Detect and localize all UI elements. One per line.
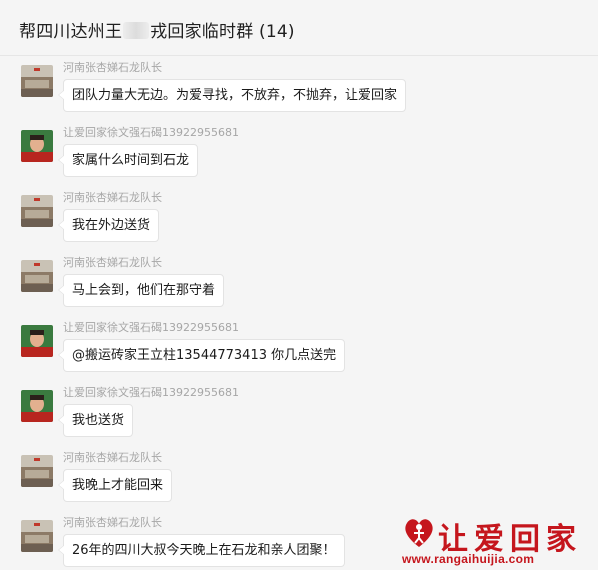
sender-name: 让爱回家徐文强石碣13922955681 — [63, 386, 239, 399]
building-avatar-icon — [21, 195, 53, 227]
message-bubble[interactable]: 马上会到，他们在那守着 — [57, 274, 225, 307]
message-item: 河南张杏娣石龙队长 我在外边送货 — [0, 187, 598, 251]
message-item: 河南张杏娣石龙队长 团队力量大无边。为爱寻找，不放弃，不抛弃，让爱回家 — [0, 57, 598, 121]
message-bubble[interactable]: 家属什么时间到石龙 — [57, 144, 199, 177]
heart-logo-icon — [405, 519, 433, 547]
message-item: 河南张杏娣石龙队长 马上会到，他们在那守着 — [0, 252, 598, 316]
watermark-url: www.rangaihuijia.com — [402, 552, 535, 566]
sender-avatar[interactable] — [21, 130, 53, 162]
chat-title: 帮四川达州王 戎回家临时群 (14) — [19, 17, 295, 42]
sender-avatar[interactable] — [21, 325, 53, 357]
message-list[interactable]: 河南张杏娣石龙队长 团队力量大无边。为爱寻找，不放弃，不抛弃，让爱回家 让爱回家… — [0, 57, 598, 570]
message-bubble[interactable]: 团队力量大无边。为爱寻找，不放弃，不抛弃，让爱回家 — [57, 79, 407, 112]
sender-name: 让爱回家徐文强石碣13922955681 — [63, 321, 239, 334]
chat-title-suffix: 戎回家临时群 (14) — [150, 22, 295, 42]
message-item: 河南张杏娣石龙队长 我晚上才能回来 — [0, 447, 598, 511]
message-bubble[interactable]: 我在外边送货 — [57, 209, 160, 242]
sender-name: 河南张杏娣石龙队长 — [63, 451, 162, 464]
building-avatar-icon — [21, 455, 53, 487]
message-bubble[interactable]: @搬运砖家王立柱13544773413 你几点送完 — [57, 339, 346, 372]
building-avatar-icon — [21, 520, 53, 552]
sender-name: 河南张杏娣石龙队长 — [63, 256, 162, 269]
person-avatar-icon — [21, 390, 53, 422]
chat-title-prefix: 帮四川达州王 — [19, 22, 123, 42]
sender-name: 河南张杏娣石龙队长 — [63, 61, 162, 74]
building-avatar-icon — [21, 65, 53, 97]
message-bubble[interactable]: 我也送货 — [57, 404, 134, 437]
sender-avatar[interactable] — [21, 260, 53, 292]
person-avatar-icon — [21, 325, 53, 357]
building-avatar-icon — [21, 260, 53, 292]
chat-header: 帮四川达州王 戎回家临时群 (14) — [0, 0, 598, 56]
sender-name: 河南张杏娣石龙队长 — [63, 191, 162, 204]
message-item: 让爱回家徐文强石碣13922955681 我也送货 — [0, 382, 598, 446]
sender-avatar[interactable] — [21, 390, 53, 422]
sender-avatar[interactable] — [21, 455, 53, 487]
sender-name: 河南张杏娣石龙队长 — [63, 516, 162, 529]
sender-avatar[interactable] — [21, 65, 53, 97]
message-item: 让爱回家徐文强石碣13922955681 @搬运砖家王立柱13544773413… — [0, 317, 598, 381]
person-avatar-icon — [21, 130, 53, 162]
sender-name: 让爱回家徐文强石碣13922955681 — [63, 126, 239, 139]
message-item: 让爱回家徐文强石碣13922955681 家属什么时间到石龙 — [0, 122, 598, 186]
redacted-name-blur — [123, 22, 150, 39]
message-bubble[interactable]: 26年的四川大叔今天晚上在石龙和亲人团聚！ — [58, 534, 345, 567]
sender-avatar[interactable] — [21, 520, 53, 552]
site-watermark: 让爱回家 www.rangaihuijia.com — [398, 512, 598, 570]
message-bubble[interactable]: 我晚上才能回来 — [57, 469, 173, 502]
sender-avatar[interactable] — [21, 195, 53, 227]
